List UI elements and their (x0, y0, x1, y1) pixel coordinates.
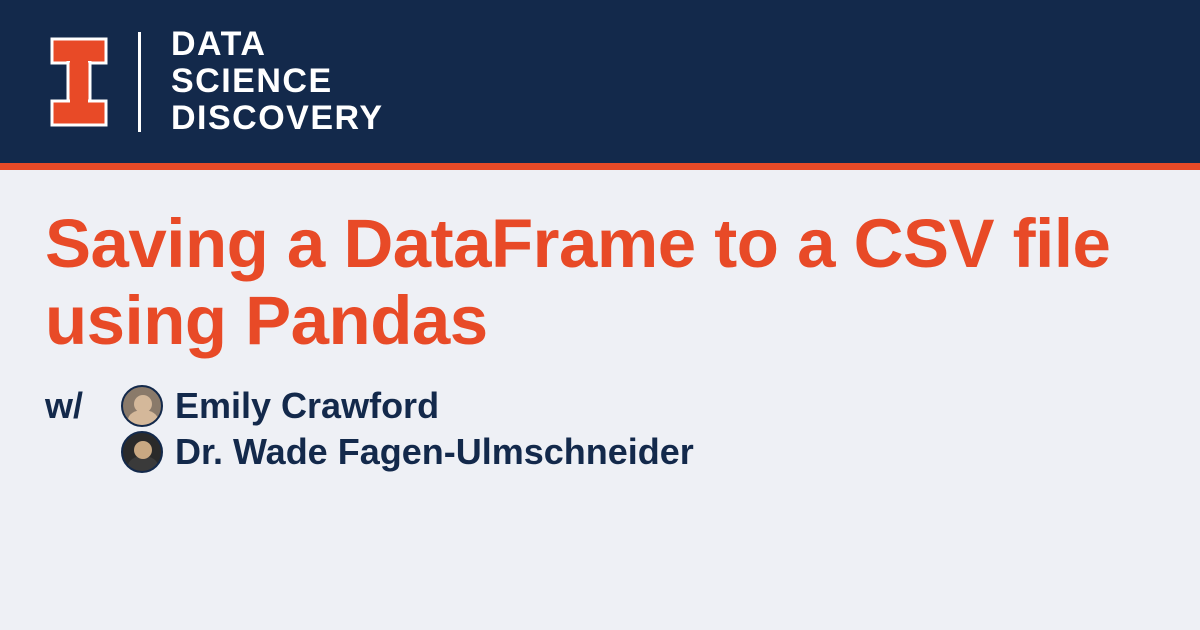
site-title: DATA SCIENCE DISCOVERY (171, 26, 384, 136)
author-row: w/ Emily Crawford (45, 385, 1155, 427)
with-prefix: w/ (45, 385, 109, 427)
logo-block: DATA SCIENCE DISCOVERY (50, 26, 384, 136)
author-avatar (121, 431, 163, 473)
author-avatar (121, 385, 163, 427)
site-title-line: DISCOVERY (171, 100, 384, 137)
illinois-block-i-icon (50, 37, 108, 127)
authors-block: w/ Emily Crawford Dr. Wade Fagen-Ulmschn… (45, 385, 1155, 473)
content-area: Saving a DataFrame to a CSV file using P… (0, 170, 1200, 512)
page-title: Saving a DataFrame to a CSV file using P… (45, 205, 1155, 360)
site-title-line: DATA (171, 26, 384, 63)
site-title-line: SCIENCE (171, 63, 384, 100)
author-row: Dr. Wade Fagen-Ulmschneider (45, 431, 1155, 473)
author-name: Dr. Wade Fagen-Ulmschneider (175, 431, 694, 473)
author-name: Emily Crawford (175, 385, 439, 427)
header-bar: DATA SCIENCE DISCOVERY (0, 0, 1200, 170)
logo-divider (138, 32, 141, 132)
